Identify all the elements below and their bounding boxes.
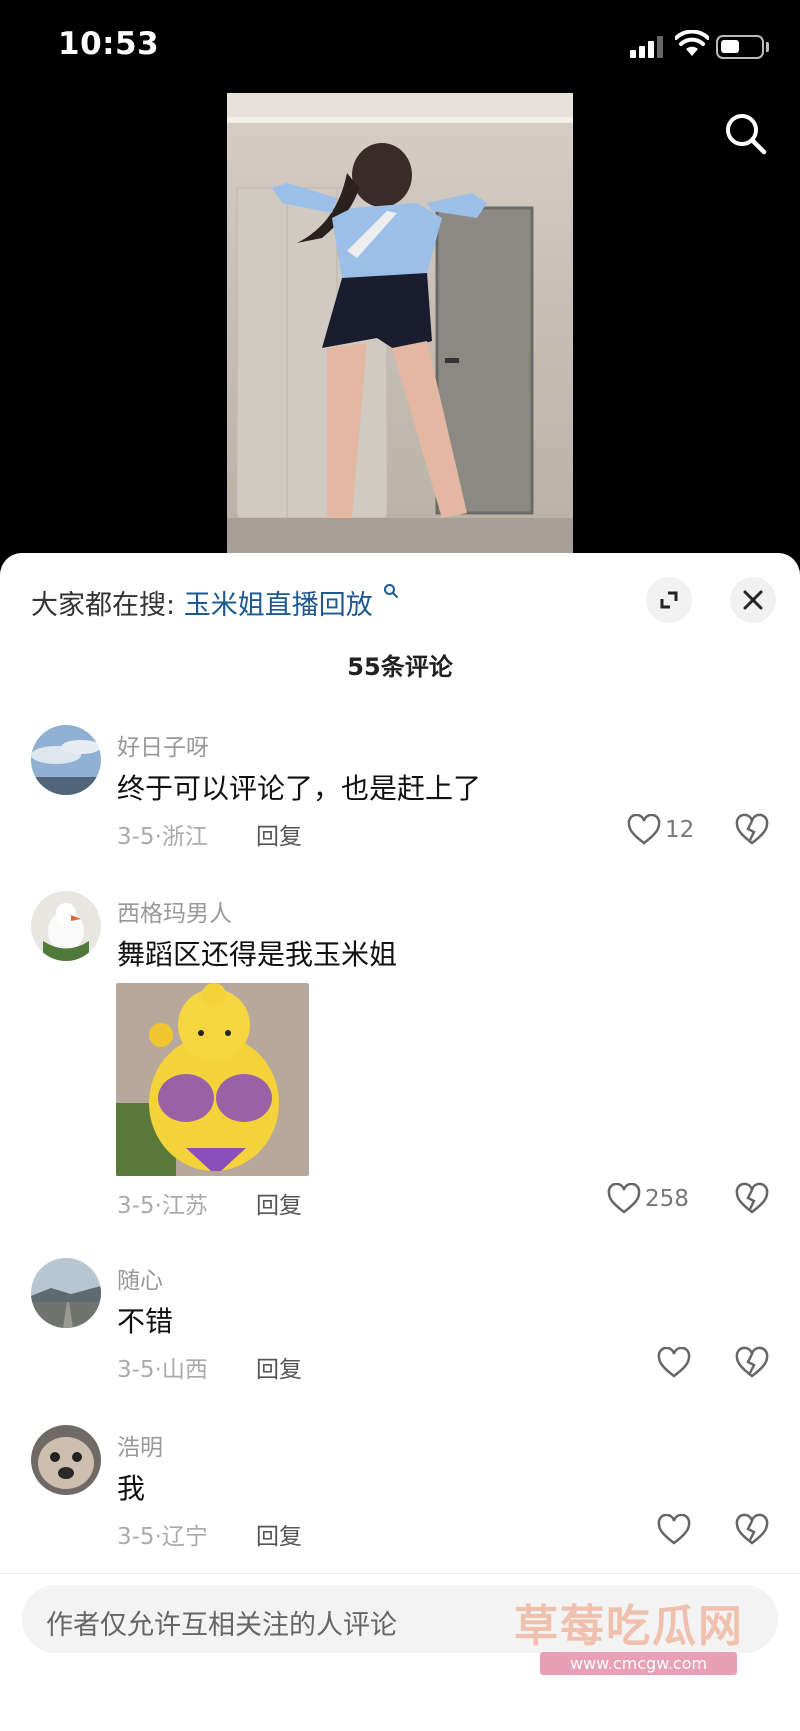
heart-icon — [657, 1514, 691, 1545]
reply-button[interactable]: 回复 — [256, 1350, 302, 1384]
avatar[interactable] — [31, 1258, 101, 1328]
like-button[interactable] — [657, 1513, 695, 1547]
video-player[interactable] — [227, 93, 573, 555]
comment-item: 好日子呀 终于可以评论了，也是赶上了 3-5·浙江 回复 12 — [0, 725, 800, 885]
comment-item: 浩明 我 3-5·辽宁 回复 — [0, 1425, 800, 1565]
heart-icon — [627, 814, 661, 845]
comment-text: 我 — [117, 1472, 146, 1505]
comment-item: 西格玛男人 舞蹈区还得是我玉米姐 3-5·江苏 回复 258 — [0, 891, 800, 1221]
close-icon — [743, 590, 763, 610]
heart-icon — [657, 1347, 691, 1378]
comment-input-placeholder: 作者仅允许互相关注的人评论 — [46, 1610, 397, 1641]
close-button[interactable] — [730, 577, 776, 623]
like-count: 258 — [645, 1186, 689, 1212]
status-bar: 10:53 — [0, 0, 800, 92]
comment-username[interactable]: 好日子呀 — [117, 728, 209, 762]
comment-username[interactable]: 西格玛男人 — [117, 894, 232, 928]
comment-text: 舞蹈区还得是我玉米姐 — [117, 938, 398, 971]
cellular-signal-icon — [630, 36, 668, 58]
comment-text: 不错 — [117, 1305, 174, 1338]
comment-sheet: 大家都在搜: 玉米姐直播回放 55条评论 好日子呀 终于可以评论了，也是赶上了 … — [0, 553, 800, 1731]
comment-item: 随心 不错 3-5·山西 回复 — [0, 1258, 800, 1398]
wifi-icon — [675, 30, 709, 56]
broken-heart-icon[interactable] — [735, 1513, 769, 1547]
avatar[interactable] — [31, 725, 101, 795]
small-search-icon — [384, 584, 399, 598]
comment-count: 55条评论 — [347, 653, 453, 681]
status-time: 10:53 — [58, 26, 160, 62]
comment-username[interactable]: 随心 — [117, 1261, 163, 1295]
battery-icon — [716, 35, 764, 59]
trending-search[interactable]: 大家都在搜: 玉米姐直播回放 — [31, 583, 399, 622]
expand-button[interactable] — [646, 577, 692, 623]
reply-button[interactable]: 回复 — [256, 1186, 302, 1220]
broken-heart-icon[interactable] — [735, 813, 769, 847]
broken-heart-icon[interactable] — [735, 1346, 769, 1380]
watermark: 草莓吃瓜网 www.cmcgw.com — [514, 1590, 754, 1680]
comment-date-location: 3-5·山西 — [117, 1357, 208, 1383]
broken-heart-icon[interactable] — [735, 1182, 769, 1216]
trending-query-link[interactable]: 玉米姐直播回放 — [184, 590, 373, 621]
expand-icon — [660, 591, 678, 609]
comment-username[interactable]: 浩明 — [117, 1428, 163, 1462]
like-count: 12 — [665, 817, 695, 843]
watermark-url: www.cmcgw.com — [540, 1652, 738, 1675]
heart-icon — [607, 1183, 641, 1214]
comment-date-location: 3-5·江苏 — [117, 1193, 208, 1219]
comment-date-location: 3-5·辽宁 — [117, 1524, 208, 1550]
like-button[interactable] — [657, 1346, 695, 1380]
avatar[interactable] — [31, 1425, 101, 1495]
comment-image[interactable] — [116, 983, 309, 1176]
watermark-title: 草莓吃瓜网 — [514, 1601, 744, 1652]
comment-date-location: 3-5·浙江 — [117, 824, 208, 850]
divider — [0, 1573, 800, 1574]
search-icon[interactable] — [722, 110, 770, 158]
reply-button[interactable]: 回复 — [256, 1517, 302, 1551]
like-button[interactable]: 258 — [607, 1182, 689, 1216]
trending-prefix: 大家都在搜: — [31, 590, 176, 621]
comment-text: 终于可以评论了，也是赶上了 — [117, 772, 482, 805]
like-button[interactable]: 12 — [627, 813, 694, 847]
reply-button[interactable]: 回复 — [256, 817, 302, 851]
video-frame — [227, 93, 573, 555]
avatar[interactable] — [31, 891, 101, 961]
